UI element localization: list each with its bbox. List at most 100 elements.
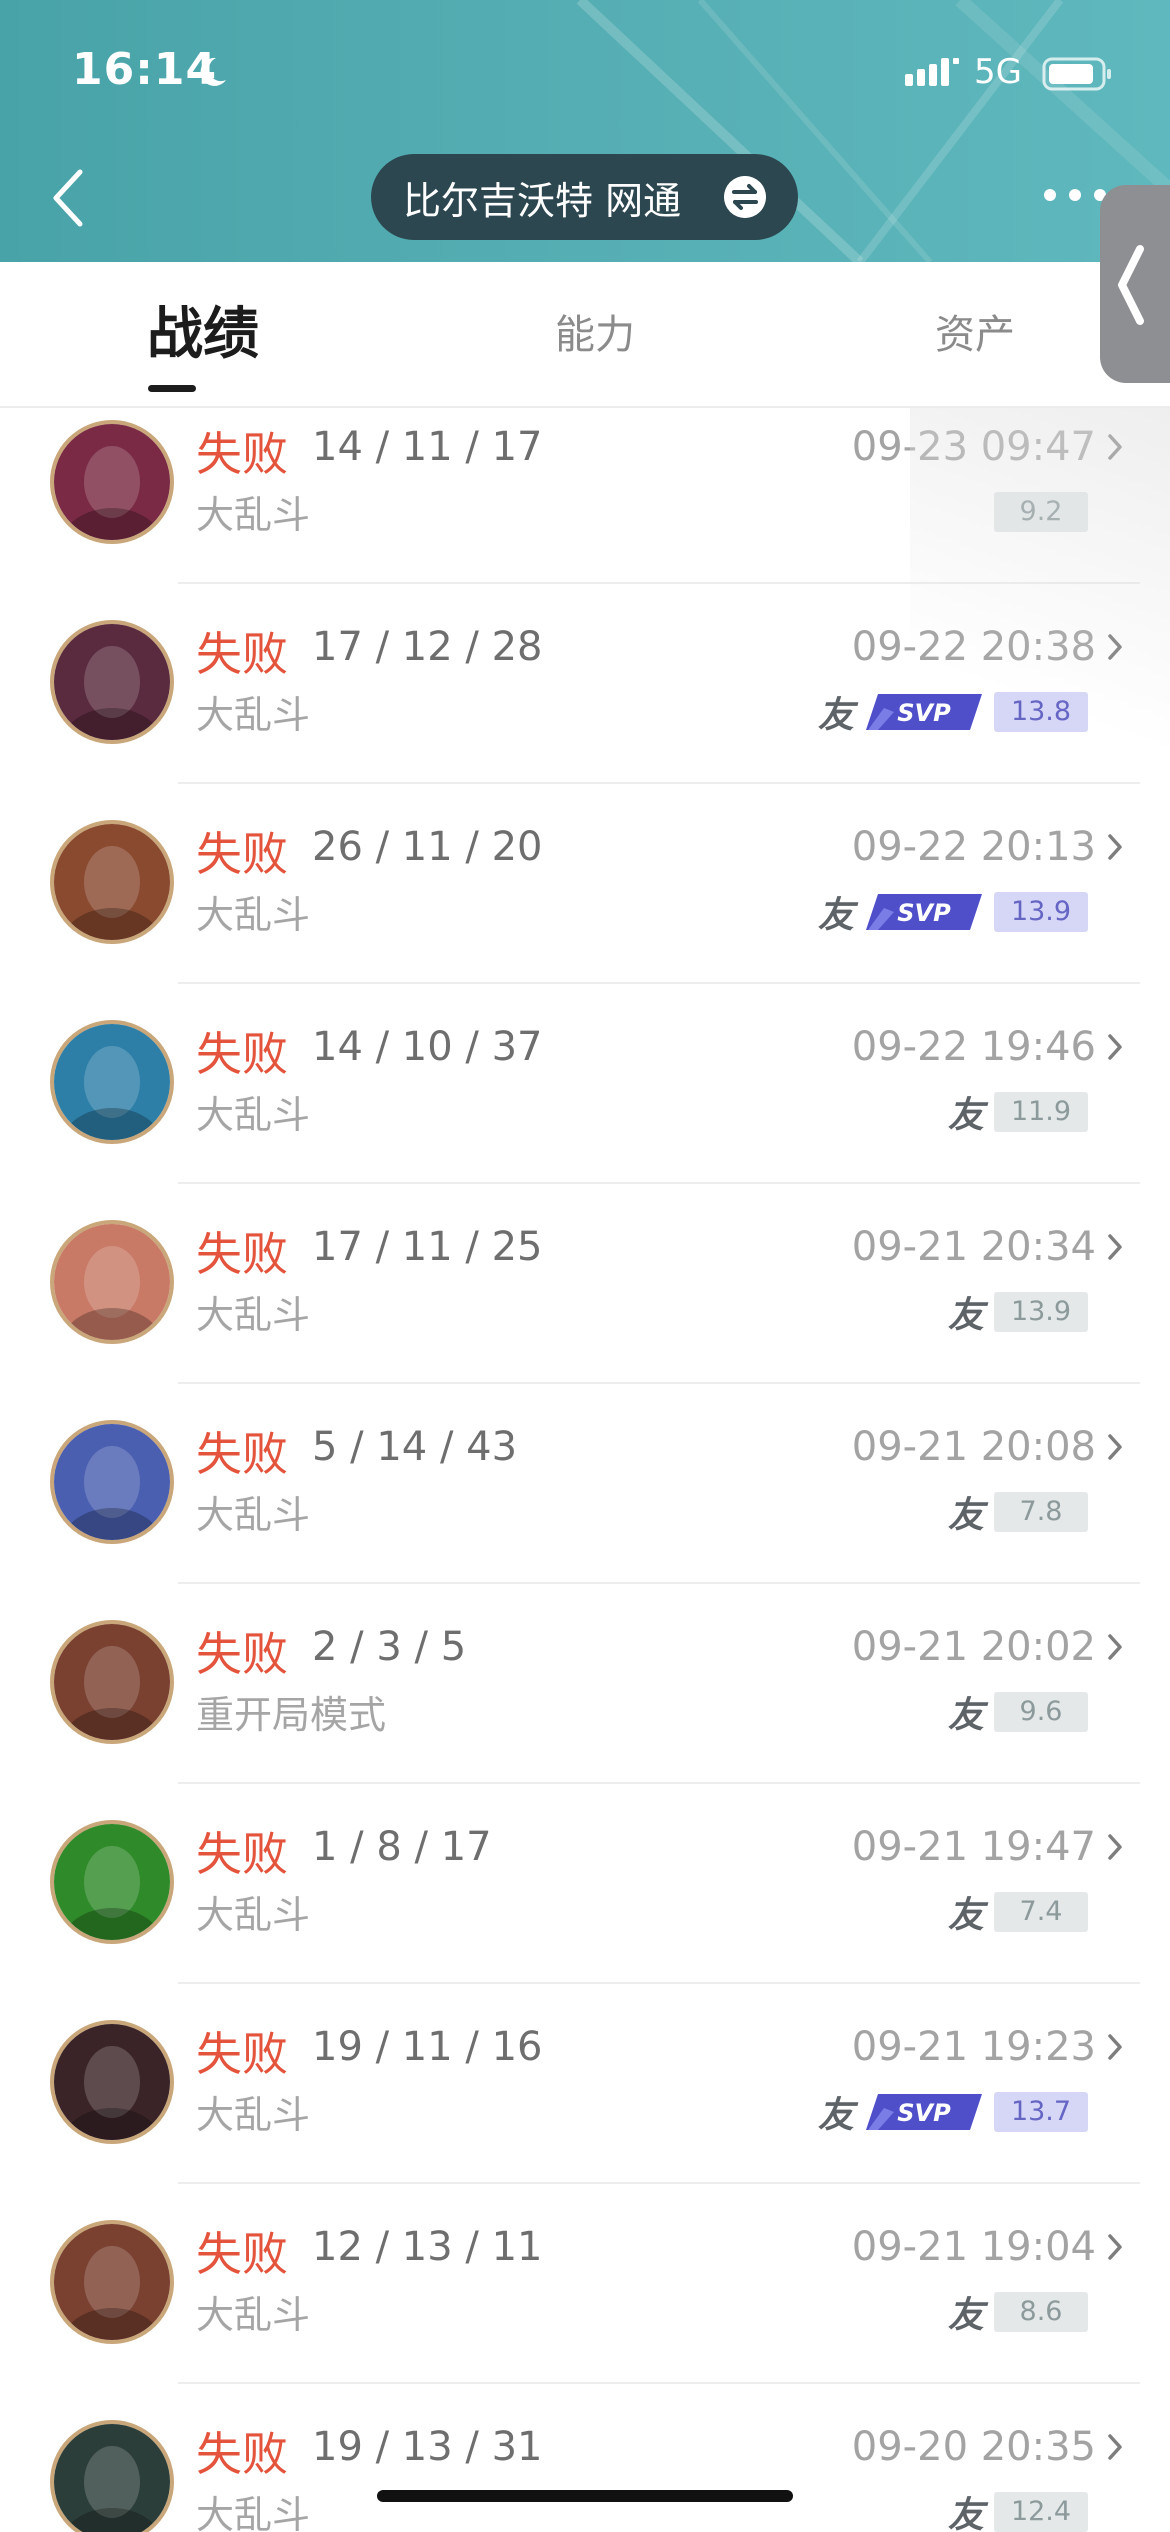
chevron-right-icon — [1108, 2234, 1122, 2260]
friend-icon: 友 — [947, 1695, 984, 1736]
tab-assets[interactable]: 资产 — [900, 262, 1050, 408]
battery-icon — [1042, 57, 1111, 91]
champion-avatar — [50, 2220, 174, 2344]
chevron-right-icon — [1108, 1834, 1122, 1860]
match-mode: 大乱斗 — [196, 693, 311, 737]
cellular-signal-icon — [905, 58, 959, 86]
match-row[interactable]: 失败 2 / 3 / 5 重开局模式 09-21 20:02 友 9.6 — [0, 1584, 1170, 1784]
chevron-right-icon — [1108, 2034, 1122, 2060]
tab-ability[interactable]: 能力 — [520, 262, 670, 408]
score-badge: 13.7 — [994, 2092, 1088, 2132]
match-row[interactable]: 失败 19 / 11 / 16 大乱斗 09-21 19:23 友 SVP 13.7 — [0, 1984, 1170, 2184]
match-row[interactable]: 失败 17 / 11 / 25 大乱斗 09-21 20:34 友 13.9 — [0, 1184, 1170, 1384]
match-tags: 友 SVP 13.7 — [818, 2090, 1088, 2136]
side-drawer-handle[interactable] — [1100, 185, 1170, 383]
match-tags: 友 7.4 — [948, 1890, 1088, 1936]
match-row[interactable]: 失败 5 / 14 / 43 大乱斗 09-21 20:08 友 7.8 — [0, 1384, 1170, 1584]
chevron-right-icon — [1108, 1634, 1122, 1660]
champion-avatar — [50, 1220, 174, 1344]
champion-avatar — [50, 420, 174, 544]
match-result: 失败 — [196, 427, 288, 481]
match-row[interactable]: 失败 17 / 12 / 28 大乱斗 09-22 20:38 友 SVP 13.8 — [0, 584, 1170, 784]
score-badge: 11.9 — [994, 1092, 1088, 1132]
chevron-right-icon — [1108, 834, 1122, 860]
network-type: 5G — [974, 52, 1022, 92]
champion-portrait — [54, 824, 170, 940]
score-badge: 13.8 — [994, 692, 1088, 732]
chevron-right-icon — [1108, 434, 1122, 460]
status-time: 16:14 — [72, 44, 218, 95]
match-date: 09-21 19:47 — [851, 1824, 1096, 1870]
match-tags: 友 SVP 13.9 — [818, 890, 1088, 936]
match-kda: 14 / 10 / 37 — [312, 1024, 543, 1070]
home-indicator — [377, 2490, 793, 2502]
match-kda: 17 / 11 / 25 — [312, 1224, 543, 1270]
match-tags: 9.2 — [994, 490, 1088, 534]
friend-icon: 友 — [817, 895, 854, 936]
score-badge: 13.9 — [994, 1292, 1088, 1332]
match-mode: 大乱斗 — [196, 1293, 311, 1337]
match-mode: 大乱斗 — [196, 1893, 311, 1937]
friend-icon: 友 — [817, 695, 854, 736]
match-mode: 大乱斗 — [196, 493, 311, 537]
match-result: 失败 — [196, 627, 288, 681]
match-date: 09-22 20:13 — [851, 824, 1096, 870]
svp-badge-icon: SVP — [866, 894, 982, 930]
server-selector[interactable]: 比尔吉沃特 网通 — [371, 154, 798, 240]
chevron-right-icon — [1108, 1234, 1122, 1260]
champion-avatar — [50, 1420, 174, 1544]
champion-portrait — [54, 1024, 170, 1140]
svp-badge-icon: SVP — [866, 694, 982, 730]
match-row[interactable]: 失败 26 / 11 / 20 大乱斗 09-22 20:13 友 SVP 13.9 — [0, 784, 1170, 984]
match-kda: 26 / 11 / 20 — [312, 824, 543, 870]
match-mode: 大乱斗 — [196, 893, 311, 937]
champion-portrait — [54, 1824, 170, 1940]
match-date: 09-22 19:46 — [851, 1024, 1096, 1070]
tab-record-label: 战绩 — [147, 302, 259, 367]
match-date: 09-21 19:23 — [851, 2024, 1096, 2070]
match-date: 09-21 20:02 — [851, 1624, 1096, 1670]
match-mode: 重开局模式 — [196, 1693, 387, 1737]
chevron-right-icon — [1108, 634, 1122, 660]
match-tags: 友 11.9 — [948, 1090, 1088, 1136]
friend-icon: 友 — [817, 2095, 854, 2136]
match-row[interactable]: 失败 14 / 10 / 37 大乱斗 09-22 19:46 友 11.9 — [0, 984, 1170, 1184]
match-result: 失败 — [196, 1427, 288, 1481]
match-kda: 19 / 13 / 31 — [312, 2424, 543, 2470]
svp-label: SVP — [897, 699, 951, 727]
match-tags: 友 12.4 — [948, 2490, 1088, 2532]
tab-record[interactable]: 战绩 — [120, 262, 286, 408]
match-mode: 大乱斗 — [196, 2093, 311, 2137]
champion-avatar — [50, 820, 174, 944]
match-tags: 友 8.6 — [948, 2290, 1088, 2336]
chevron-left-icon[interactable] — [44, 158, 94, 238]
match-result: 失败 — [196, 1827, 288, 1881]
score-badge: 8.6 — [994, 2292, 1088, 2332]
match-result: 失败 — [196, 1627, 288, 1681]
match-kda: 5 / 14 / 43 — [312, 1424, 518, 1470]
match-date: 09-21 20:34 — [851, 1224, 1096, 1270]
friend-icon: 友 — [947, 1495, 984, 1536]
svp-badge-icon: SVP — [866, 2094, 982, 2130]
score-badge: 7.8 — [994, 1492, 1088, 1532]
match-list: 失败 14 / 11 / 17 大乱斗 09-23 09:47 9.2 失败 17 / 12… — [0, 408, 1170, 2532]
champion-avatar — [50, 1020, 174, 1144]
champion-portrait — [54, 1224, 170, 1340]
match-row[interactable]: 失败 12 / 13 / 11 大乱斗 09-21 19:04 友 8.6 — [0, 2184, 1170, 2384]
match-row[interactable]: 失败 1 / 8 / 17 大乱斗 09-21 19:47 友 7.4 — [0, 1784, 1170, 1984]
match-date: 09-22 20:38 — [851, 624, 1096, 670]
match-tags: 友 9.6 — [948, 1690, 1088, 1736]
score-badge: 9.2 — [994, 492, 1088, 532]
match-result: 失败 — [196, 1227, 288, 1281]
champion-portrait — [54, 2424, 170, 2532]
match-row[interactable]: 失败 19 / 13 / 31 大乱斗 09-20 20:35 友 12.4 — [0, 2384, 1170, 2532]
match-date: 09-21 19:04 — [851, 2224, 1096, 2270]
tab-bar: 战绩 能力 资产 — [0, 262, 1170, 408]
champion-portrait — [54, 1424, 170, 1540]
champion-portrait — [54, 2024, 170, 2140]
match-result: 失败 — [196, 2227, 288, 2281]
tab-ability-label: 能力 — [555, 312, 635, 358]
match-row[interactable]: 失败 14 / 11 / 17 大乱斗 09-23 09:47 9.2 — [0, 408, 1170, 584]
match-kda: 17 / 12 / 28 — [312, 624, 543, 670]
score-badge: 13.9 — [994, 892, 1088, 932]
